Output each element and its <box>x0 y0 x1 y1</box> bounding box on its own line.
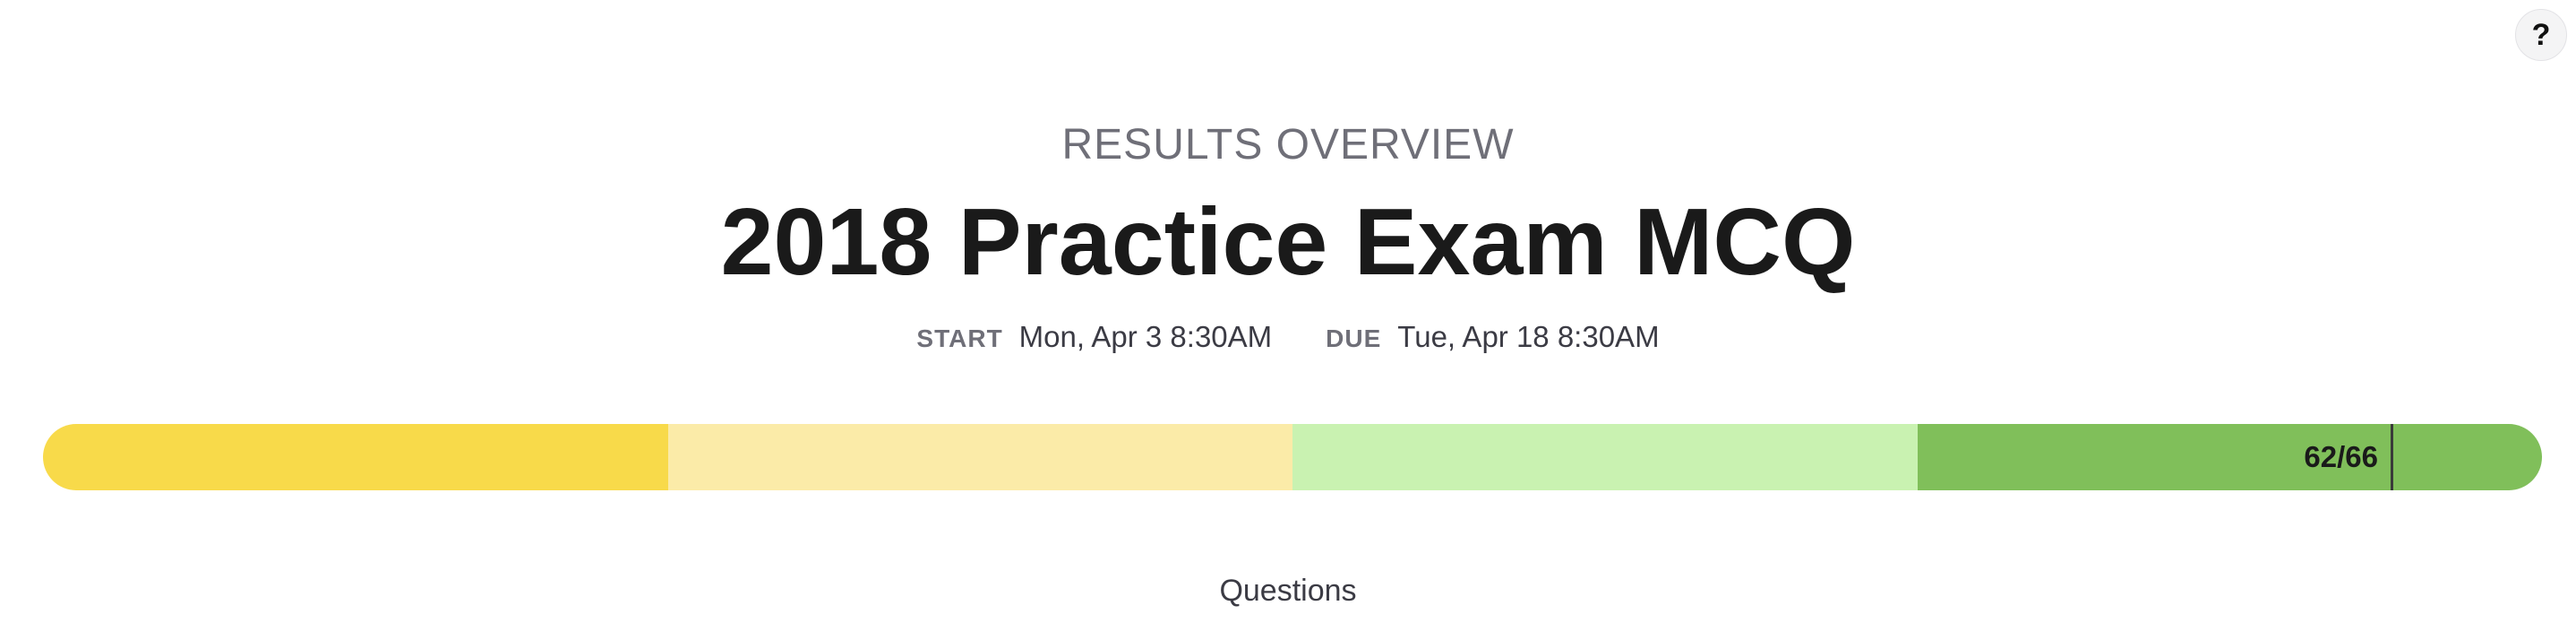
results-page: ? RESULTS OVERVIEW 2018 Practice Exam MC… <box>0 0 2576 640</box>
score-progress-bar: 62/66 <box>43 424 2542 490</box>
page-title: 2018 Practice Exam MCQ <box>720 189 1856 295</box>
results-overview-label: RESULTS OVERVIEW <box>1061 121 1515 169</box>
help-icon: ? <box>2531 17 2551 52</box>
exam-dates: START Mon, Apr 3 8:30AM DUE Tue, Apr 18 … <box>0 320 2576 354</box>
progress-segment-1 <box>43 424 668 490</box>
start-date: START Mon, Apr 3 8:30AM <box>916 320 1272 354</box>
progress-segment-2 <box>667 424 1292 490</box>
progress-segment-4 <box>1917 424 2542 490</box>
questions-label: Questions <box>1219 574 1357 608</box>
start-date-value: Mon, Apr 3 8:30AM <box>1018 320 1273 353</box>
due-date-value: Tue, Apr 18 8:30AM <box>1397 320 1660 353</box>
due-date-label: DUE <box>1326 324 1382 352</box>
progress-segment-3 <box>1292 424 1918 490</box>
start-date-label: START <box>916 324 1003 352</box>
due-date: DUE Tue, Apr 18 8:30AM <box>1326 320 1659 354</box>
help-button[interactable]: ? <box>2515 9 2567 61</box>
